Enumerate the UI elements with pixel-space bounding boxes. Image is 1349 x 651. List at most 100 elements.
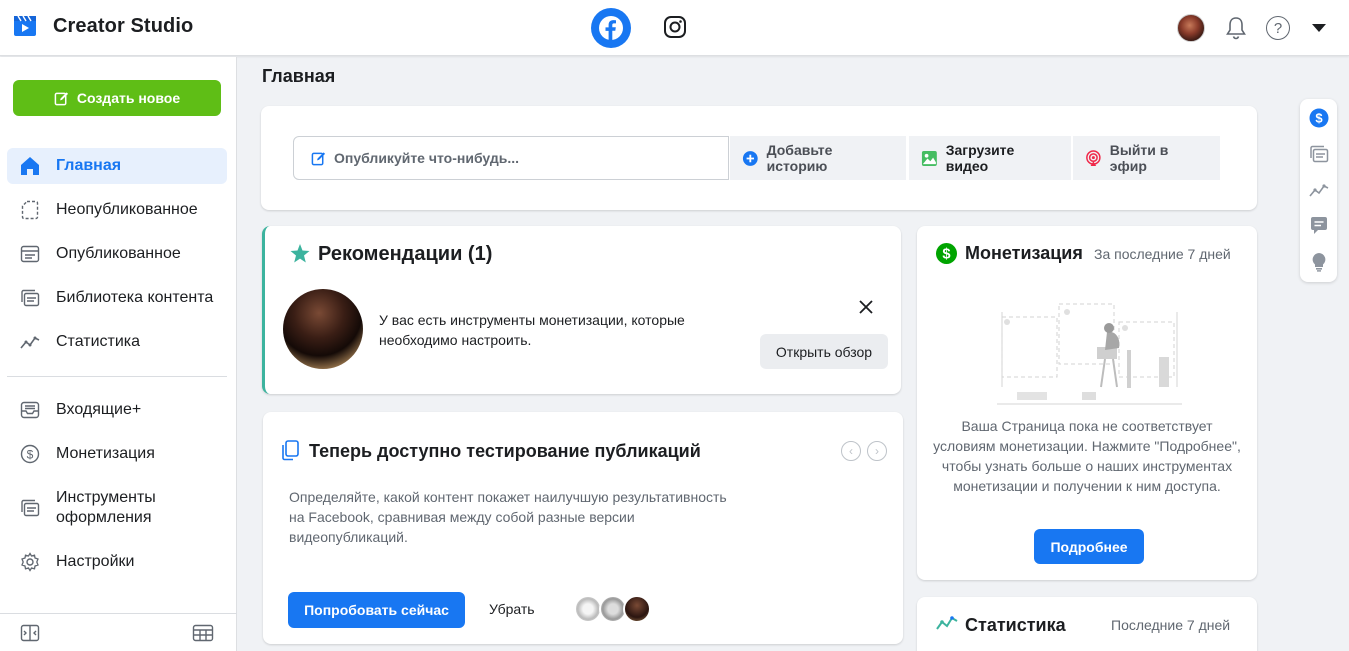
stats-icon: [19, 331, 41, 353]
sidebar-item-label: Настройки: [56, 553, 135, 570]
sidebar-item-label-line2: оформления: [56, 509, 152, 526]
recommendation-avatar: [283, 289, 363, 369]
add-story-label: Добавьте историю: [766, 142, 833, 174]
sidebar-item-label-line1: Инструменты: [56, 489, 156, 506]
carousel-prev-button[interactable]: ‹: [841, 441, 861, 461]
sidebar-item-statistics[interactable]: Статистика: [7, 324, 227, 360]
sidebar-footer: [0, 613, 237, 651]
svg-text:$: $: [27, 448, 34, 462]
remove-button[interactable]: Убрать: [489, 601, 535, 617]
go-live-button[interactable]: Выйти в эфир: [1073, 136, 1220, 180]
add-story-button[interactable]: Добавьте историю: [730, 136, 906, 180]
instagram-tab[interactable]: [662, 14, 688, 40]
create-new-label: Создать новое: [76, 90, 181, 106]
dollar-icon: $: [19, 443, 41, 465]
recommendations-title: Рекомендации (1): [318, 243, 493, 265]
svg-text:$: $: [1315, 111, 1323, 126]
edit-icon: [54, 91, 68, 105]
monetization-illustration: [997, 303, 1182, 405]
draft-icon: [19, 199, 41, 221]
sidebar-item-content-library[interactable]: Библиотека контента: [7, 280, 227, 316]
compose-placeholder: Опубликуйте что-нибудь...: [334, 150, 520, 166]
upload-video-label: Загрузите видео: [945, 142, 1015, 174]
sidebar-item-label: Библиотека контента: [56, 289, 214, 306]
statistics-card: Статистика Последние 7 дней: [917, 597, 1257, 651]
compose-post-input[interactable]: Опубликуйте что-нибудь...: [293, 136, 729, 180]
plus-circle-icon: [742, 150, 758, 166]
sidebar-item-creative-tools[interactable]: Инструменты оформления: [7, 483, 227, 533]
statistics-title: Статистика: [965, 615, 1066, 635]
preview-thumbnail: [574, 595, 602, 623]
sidebar-item-label: Опубликованное: [56, 245, 181, 262]
copy-pages-icon: [282, 440, 299, 461]
sidebar-item-label: Монетизация: [56, 445, 155, 462]
post-testing-description: Определяйте, какой контент покажет наилу…: [289, 489, 727, 545]
right-rail: $: [1300, 99, 1337, 282]
sidebar-item-label: Главная: [56, 157, 122, 174]
open-overview-button[interactable]: Открыть обзор: [760, 334, 888, 369]
dollar-circle-icon[interactable]: $: [1308, 107, 1330, 129]
post-testing-title: Теперь доступно тестирование публикаций: [309, 441, 701, 461]
stats-icon: [936, 616, 958, 630]
page-title: Главная: [262, 66, 336, 86]
app-title: Creator Studio: [53, 14, 194, 37]
library-icon: [19, 287, 41, 309]
gear-icon: [19, 551, 41, 573]
library-icon[interactable]: [1308, 143, 1330, 165]
lightbulb-icon[interactable]: [1308, 251, 1330, 273]
upload-video-button[interactable]: Загрузите видео: [909, 136, 1071, 180]
table-view-icon[interactable]: [192, 624, 214, 647]
sidebar-item-label: Статистика: [56, 333, 141, 350]
monetization-title: Монетизация: [965, 243, 1083, 263]
sidebar-item-home[interactable]: Главная: [7, 148, 227, 184]
collapse-sidebar-icon[interactable]: [20, 624, 40, 647]
sidebar-item-label: Неопубликованное: [56, 201, 198, 218]
sidebar-item-settings[interactable]: Настройки: [7, 544, 227, 580]
message-icon[interactable]: [1308, 215, 1330, 237]
edit-icon: [311, 151, 326, 165]
sidebar: Создать новое Главная Неопубликованное О…: [0, 57, 237, 651]
monetization-card: $ Монетизация За последние 7 дней Ваша С…: [917, 226, 1257, 580]
sidebar-item-label: Инструменты оформления: [56, 488, 156, 528]
preview-thumbnail: [623, 595, 651, 623]
go-live-label: Выйти в эфир: [1109, 142, 1169, 174]
star-badge-icon: [290, 244, 310, 263]
sidebar-item-unpublished[interactable]: Неопубликованное: [7, 192, 227, 228]
dollar-circle-icon: $: [936, 243, 957, 264]
live-icon: [1086, 149, 1101, 166]
top-bar: Creator Studio ?: [0, 0, 1349, 56]
recommendations-card: Рекомендации (1) У вас есть инструменты …: [262, 226, 901, 394]
brand[interactable]: Creator Studio: [13, 14, 193, 38]
caret-down-icon[interactable]: [1312, 24, 1326, 32]
facebook-tab[interactable]: [591, 8, 631, 48]
stats-icon[interactable]: [1308, 179, 1330, 201]
tools-icon: [19, 497, 41, 519]
monetization-text: Ваша Страница пока не соответствует усло…: [933, 418, 1241, 494]
carousel-next-button[interactable]: ›: [867, 441, 887, 461]
published-icon: [19, 243, 41, 265]
facebook-icon: [599, 16, 623, 40]
sidebar-divider: [7, 376, 227, 377]
create-new-button[interactable]: Создать новое: [13, 80, 221, 116]
home-icon: [19, 155, 41, 177]
creator-studio-logo-icon: [14, 15, 36, 36]
avatar[interactable]: [1177, 14, 1205, 42]
try-now-button[interactable]: Попробовать сейчас: [288, 592, 465, 628]
composer-card: Опубликуйте что-нибудь... Добавьте истор…: [261, 106, 1257, 210]
statistics-period: Последние 7 дней: [1111, 617, 1231, 633]
recommendation-text: У вас есть инструменты монетизации, кото…: [379, 312, 685, 348]
inbox-icon: [19, 399, 41, 421]
sidebar-item-label: Входящие+: [56, 401, 142, 418]
close-icon[interactable]: [858, 299, 874, 315]
svg-text:$: $: [942, 247, 950, 263]
monetization-period: За последние 7 дней: [1094, 246, 1231, 262]
sidebar-item-monetization[interactable]: $ Монетизация: [7, 436, 227, 472]
bell-icon[interactable]: [1224, 15, 1248, 41]
instagram-icon: [664, 16, 686, 38]
learn-more-button[interactable]: Подробнее: [1034, 529, 1144, 564]
help-icon[interactable]: ?: [1266, 16, 1290, 40]
post-testing-card: Теперь доступно тестирование публикаций …: [263, 412, 903, 644]
sidebar-item-inbox[interactable]: Входящие+: [7, 392, 227, 428]
photo-video-icon: [921, 150, 937, 166]
sidebar-item-published[interactable]: Опубликованное: [7, 236, 227, 272]
